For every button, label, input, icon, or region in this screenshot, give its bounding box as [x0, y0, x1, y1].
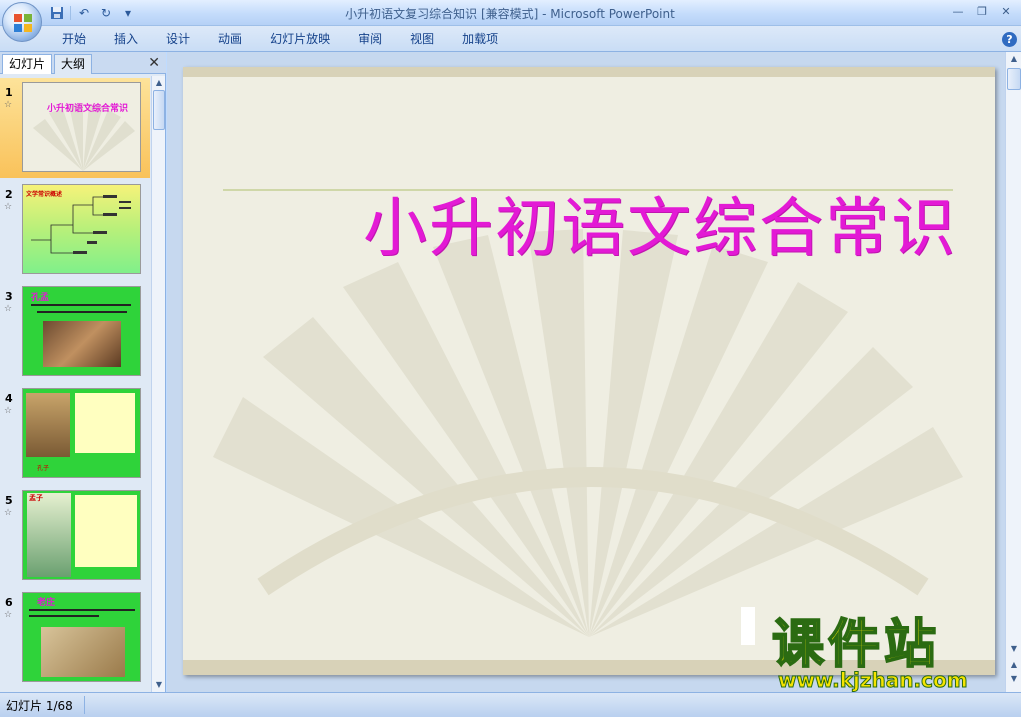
text-box [75, 495, 137, 567]
thumbnail-title: 孔孟 [31, 293, 50, 303]
slide-number: 2 [5, 188, 13, 201]
tab-view[interactable]: 视图 [396, 30, 448, 50]
scene-image [43, 321, 121, 367]
tab-insert[interactable]: 插入 [100, 30, 152, 50]
fan-background [183, 67, 995, 675]
ribbon-tabs: 开始 插入 设计 动画 幻灯片放映 审阅 视图 加载项 [48, 30, 512, 50]
current-slide[interactable]: 小升初语文综合常识 [183, 67, 995, 675]
slide-number: 4 [5, 392, 13, 405]
tab-slideshow[interactable]: 幻灯片放映 [256, 30, 344, 50]
tab-outline[interactable]: 大纲 [54, 54, 93, 74]
slides-pane: 幻灯片 大纲 ✕ 1 ☆ 小升初语文综合常识 2 ☆ 文学常识概述 3 ☆ 孔孟… [0, 52, 166, 692]
slide-thumbnail[interactable]: 孟子 [22, 490, 141, 580]
scroll-thumb[interactable] [1007, 68, 1021, 90]
thumbnail-row[interactable]: 2 ☆ 文学常识概述 [0, 180, 150, 280]
help-icon[interactable]: ? [1002, 32, 1017, 47]
thumbnail-title: 孔子 [37, 465, 50, 472]
slide-thumbnail[interactable]: 文学常识概述 [22, 184, 141, 274]
thumbnail-title: 小升初语文综合常识 [47, 104, 129, 114]
scroll-up-icon[interactable]: ▲ [152, 76, 166, 90]
tab-slides[interactable]: 幻灯片 [2, 54, 53, 74]
restore-icon[interactable]: ❐ [971, 2, 993, 20]
pane-scrollbar[interactable]: ▲ ▼ [151, 76, 165, 692]
text-box [75, 393, 135, 453]
ribbon: 开始 插入 设计 动画 幻灯片放映 审阅 视图 加载项 ? [0, 26, 1021, 52]
previous-slide-icon[interactable]: ▲ [1007, 658, 1021, 672]
office-button[interactable] [2, 2, 42, 42]
pane-tabs: 幻灯片 大纲 ✕ [0, 52, 166, 74]
slide-thumbnail[interactable]: 孔孟 [22, 286, 141, 376]
fan-graphic [33, 104, 135, 171]
thumbnail-title: 老庄 [37, 598, 56, 608]
thumbnail-list[interactable]: 1 ☆ 小升初语文综合常识 2 ☆ 文学常识概述 3 ☆ 孔孟 4 ☆ 孔子 5… [0, 76, 150, 692]
text-line [37, 311, 127, 313]
tab-home[interactable]: 开始 [48, 30, 100, 50]
thumbnail-title: 孟子 [29, 494, 43, 502]
tab-addins[interactable]: 加载项 [448, 30, 512, 50]
watermark-title: 课件站 [771, 615, 941, 675]
tab-design[interactable]: 设计 [152, 30, 204, 50]
text-line [29, 615, 99, 617]
transition-icon: ☆ [4, 304, 13, 314]
save-icon[interactable] [48, 4, 66, 22]
transition-icon: ☆ [4, 508, 13, 518]
slide-editor: 小升初语文综合常识 [167, 52, 1005, 692]
quick-access-toolbar: ↶ ↻ ▾ [48, 3, 137, 23]
transition-icon: ☆ [4, 100, 13, 110]
watermark: 课件站 www.kjzhan.com [768, 615, 1004, 694]
close-icon[interactable]: ✕ [148, 55, 160, 71]
slide-number: 3 [5, 290, 13, 303]
title-bar: ↶ ↻ ▾ 小升初语文复习综合知识 [兼容模式] - Microsoft Pow… [0, 0, 1021, 42]
scroll-down-icon[interactable]: ▼ [152, 678, 166, 692]
customize-icon[interactable]: ▾ [119, 4, 137, 22]
transition-icon: ☆ [4, 610, 13, 620]
thumbnail-row[interactable]: 4 ☆ 孔子 [0, 384, 150, 484]
next-slide-icon[interactable]: ▼ [1007, 672, 1021, 686]
thumbnail-row[interactable]: 3 ☆ 孔孟 [0, 282, 150, 382]
thumbnail-row[interactable]: 1 ☆ 小升初语文综合常识 [0, 78, 150, 178]
mindmap-graphic [31, 195, 131, 254]
slide-number: 5 [5, 494, 13, 507]
thumbnail-row[interactable]: 6 ☆ 老庄 [0, 588, 150, 688]
undo-icon[interactable]: ↶ [75, 4, 93, 22]
slide-title[interactable]: 小升初语文综合常识 [363, 177, 957, 269]
slide-indicator: 幻灯片 1/68 [6, 699, 73, 713]
slide-number: 1 [5, 86, 13, 99]
tab-review[interactable]: 审阅 [344, 30, 396, 50]
portrait-image [27, 493, 71, 577]
scroll-thumb[interactable] [153, 90, 165, 130]
watermark-url: www.kjzhan.com [778, 668, 969, 693]
transition-icon: ☆ [4, 406, 13, 416]
close-icon[interactable]: ✕ [995, 2, 1017, 20]
slide-scrollbar[interactable]: ▲ ▼ ▲ ▼ [1005, 52, 1021, 692]
window-title: 小升初语文复习综合知识 [兼容模式] - Microsoft PowerPoin… [345, 7, 675, 21]
office-logo-icon [14, 14, 32, 32]
scroll-up-icon[interactable]: ▲ [1007, 52, 1021, 66]
redo-icon[interactable]: ↻ [97, 4, 115, 22]
status-bar: 幻灯片 1/68 [0, 692, 1021, 717]
text-line [29, 609, 135, 611]
slide-thumbnail[interactable]: 小升初语文综合常识 [22, 82, 141, 172]
scene-image [41, 627, 125, 677]
slide-thumbnail[interactable]: 老庄 [22, 592, 141, 682]
scroll-down-icon[interactable]: ▼ [1007, 642, 1021, 656]
status-separator [84, 696, 85, 714]
slide-number: 6 [5, 596, 13, 609]
minimize-icon[interactable]: — [947, 2, 969, 20]
text-line [31, 304, 131, 306]
transition-icon: ☆ [4, 202, 13, 212]
thumbnail-title: 文学常识概述 [26, 191, 63, 198]
window-controls: — ❐ ✕ [947, 2, 1017, 20]
slide-thumbnail[interactable]: 孔子 [22, 388, 141, 478]
portrait-image [26, 393, 70, 457]
qat-separator [70, 6, 71, 20]
thumbnail-row[interactable]: 5 ☆ 孟子 [0, 486, 150, 586]
tab-animations[interactable]: 动画 [204, 30, 256, 50]
